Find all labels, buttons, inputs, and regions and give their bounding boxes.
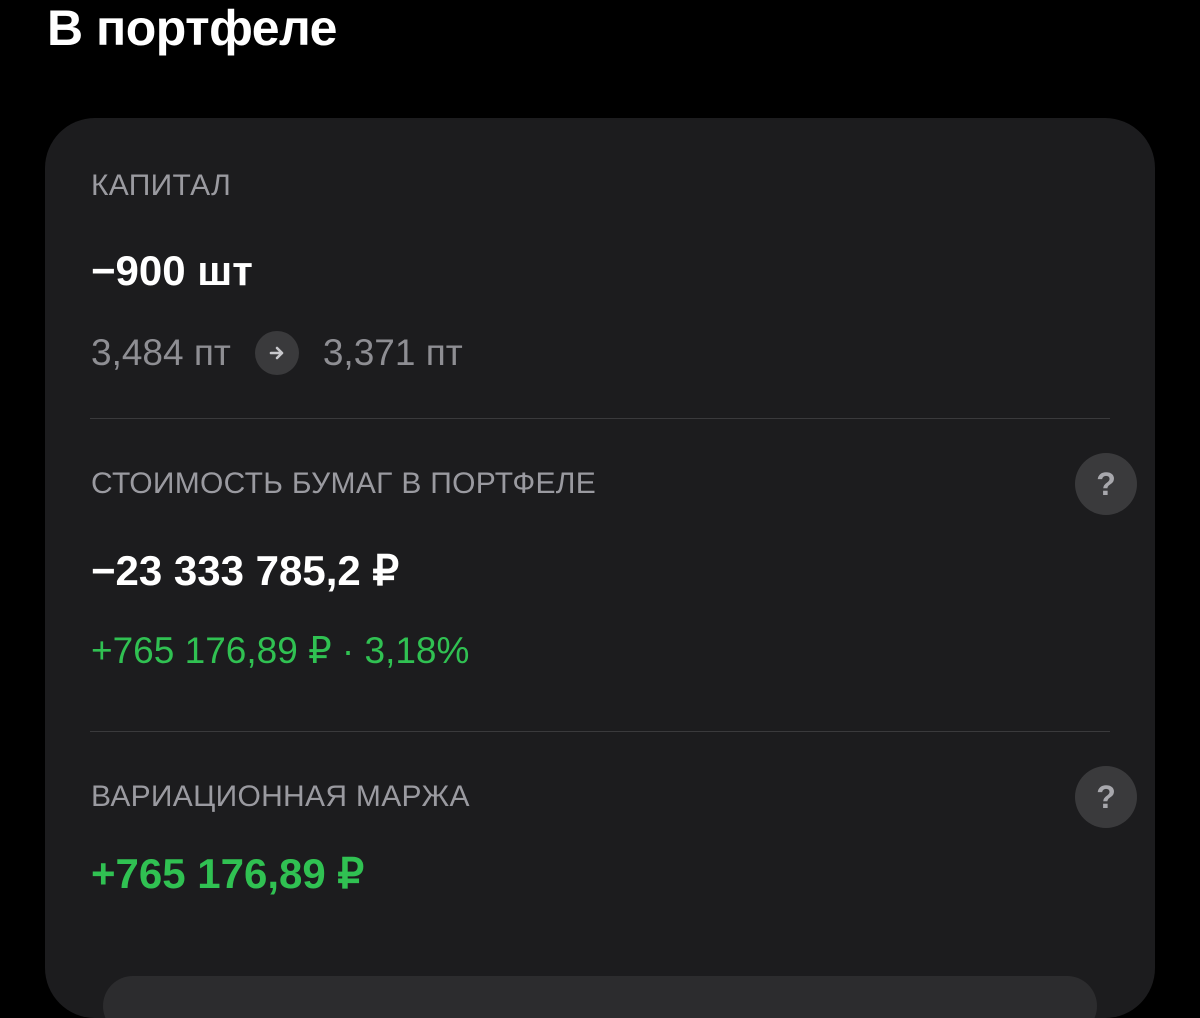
question-icon: ? xyxy=(1096,778,1116,815)
page-title: В портфеле xyxy=(47,0,337,56)
arrow-right-icon-svg xyxy=(269,346,284,360)
variation-margin-amount-row: +765 176,89 ₽ xyxy=(91,848,1109,900)
capital-to-points: 3,371 пт xyxy=(322,332,463,373)
capital-quantity: −900 шт xyxy=(91,247,253,294)
capital-from-points: 3,484 пт xyxy=(91,332,231,373)
variation-margin-amount: +765 176,89 ₽ xyxy=(91,850,365,897)
question-icon: ? xyxy=(1096,465,1116,502)
securities-value-section: СТОИМОСТЬ БУМАГ В ПОРТФЕЛЕ xyxy=(91,466,1109,502)
securities-value-label: СТОИМОСТЬ БУМАГ В ПОРТФЕЛЕ xyxy=(91,467,597,500)
variation-margin-label: ВАРИАЦИОННАЯ МАРЖА xyxy=(91,780,470,813)
variation-margin-help-button[interactable]: ? xyxy=(1075,766,1137,828)
securities-value-help-button[interactable]: ? xyxy=(1075,453,1137,515)
securities-value-change: +765 176,89 ₽ · 3,18% xyxy=(91,630,470,671)
arrow-right-icon xyxy=(254,331,299,375)
capital-section: КАПИТАЛ xyxy=(91,168,1109,204)
securities-value-amount-row: −23 333 785,2 ₽ xyxy=(91,545,1109,597)
securities-value-change-row: +765 176,89 ₽ · 3,18% xyxy=(91,628,1109,674)
capital-range-row: 3,484 пт 3,371 пт xyxy=(91,330,1109,376)
variation-margin-section: ВАРИАЦИОННАЯ МАРЖА xyxy=(91,779,1109,815)
portfolio-card: КАПИТАЛ −900 шт 3,484 пт 3,371 пт СТОИМО… xyxy=(45,118,1155,1018)
divider xyxy=(90,731,1110,732)
next-card-edge xyxy=(103,976,1097,1018)
capital-quantity-row: −900 шт xyxy=(91,245,1109,297)
capital-label: КАПИТАЛ xyxy=(91,169,232,202)
securities-value-amount: −23 333 785,2 ₽ xyxy=(91,547,400,594)
divider xyxy=(90,418,1110,419)
capital-range: 3,484 пт 3,371 пт xyxy=(91,330,1109,376)
